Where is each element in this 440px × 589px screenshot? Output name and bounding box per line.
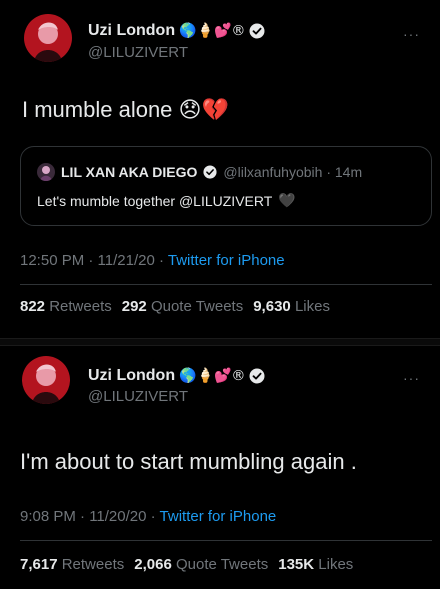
- author-name[interactable]: Uzi London: [88, 22, 175, 40]
- verified-badge-icon: [249, 23, 265, 39]
- tweet-meta: 9:08 PM · 11/20/20 · Twitter for iPhone: [20, 508, 276, 525]
- quoted-text-row: Let's mumble together @LILUZIVERT 🖤: [37, 193, 296, 209]
- tweet-meta: 12:50 PM · 11/21/20 · Twitter for iPhone: [20, 252, 285, 269]
- verified-badge-icon: [203, 165, 217, 179]
- name-emojis: 🌎🍦💕®: [179, 368, 246, 384]
- timestamp[interactable]: 9:08 PM · 11/20/20 ·: [20, 508, 160, 525]
- verified-badge-icon: [249, 368, 265, 384]
- tweet-1[interactable]: Uzi London 🌎🍦💕® @LILUZIVERT ··· I mumble…: [0, 0, 440, 338]
- name-emojis: 🌎🍦💕®: [179, 23, 246, 39]
- author-name[interactable]: Uzi London: [88, 367, 175, 385]
- source-app-link[interactable]: Twitter for iPhone: [160, 508, 277, 525]
- retweets-count[interactable]: 822 Retweets: [20, 298, 112, 315]
- divider: [20, 540, 432, 541]
- quoted-author-name: LIL XAN AKA DIEGO: [61, 164, 198, 180]
- avatar[interactable]: [22, 356, 70, 404]
- retweets-count[interactable]: 7,617 Retweets: [20, 556, 124, 573]
- author-name-row: Uzi London 🌎🍦💕®: [88, 367, 265, 385]
- quoted-tweet[interactable]: LIL XAN AKA DIEGO @lilxanfuhyobih · 14m …: [20, 146, 432, 226]
- black-heart-emoji: 🖤: [278, 193, 296, 209]
- likes-count[interactable]: 9,630 Likes: [253, 298, 330, 315]
- source-app-link[interactable]: Twitter for iPhone: [168, 252, 285, 269]
- engagement-stats: 822 Retweets 292 Quote Tweets 9,630 Likes: [20, 298, 330, 315]
- quote-tweets-count[interactable]: 2,066 Quote Tweets: [134, 556, 268, 573]
- avatar[interactable]: [24, 14, 72, 62]
- quoted-text: Let's mumble together @LILUZIVERT: [37, 193, 273, 209]
- quote-tweets-count[interactable]: 292 Quote Tweets: [122, 298, 243, 315]
- likes-count[interactable]: 135K Likes: [278, 556, 353, 573]
- quoted-handle-time: @lilxanfuhyobih · 14m: [223, 164, 363, 180]
- author-handle[interactable]: @LILUZIVERT: [88, 44, 188, 61]
- author-handle[interactable]: @LILUZIVERT: [88, 388, 188, 405]
- tweet-2[interactable]: Uzi London 🌎🍦💕® @LILUZIVERT ··· I'm abou…: [0, 346, 440, 589]
- timestamp[interactable]: 12:50 PM · 11/21/20 ·: [20, 252, 168, 269]
- quoted-avatar: [37, 163, 55, 181]
- more-options-icon[interactable]: ···: [403, 370, 420, 386]
- tweet-text: I mumble alone 😞💔: [22, 97, 229, 122]
- tweet-separator: [0, 338, 440, 346]
- divider: [20, 284, 432, 285]
- more-options-icon[interactable]: ···: [403, 26, 420, 42]
- tweet-text: I'm about to start mumbling again .: [20, 449, 357, 474]
- engagement-stats: 7,617 Retweets 2,066 Quote Tweets 135K Lik…: [20, 556, 353, 573]
- author-name-row: Uzi London 🌎🍦💕®: [88, 22, 265, 40]
